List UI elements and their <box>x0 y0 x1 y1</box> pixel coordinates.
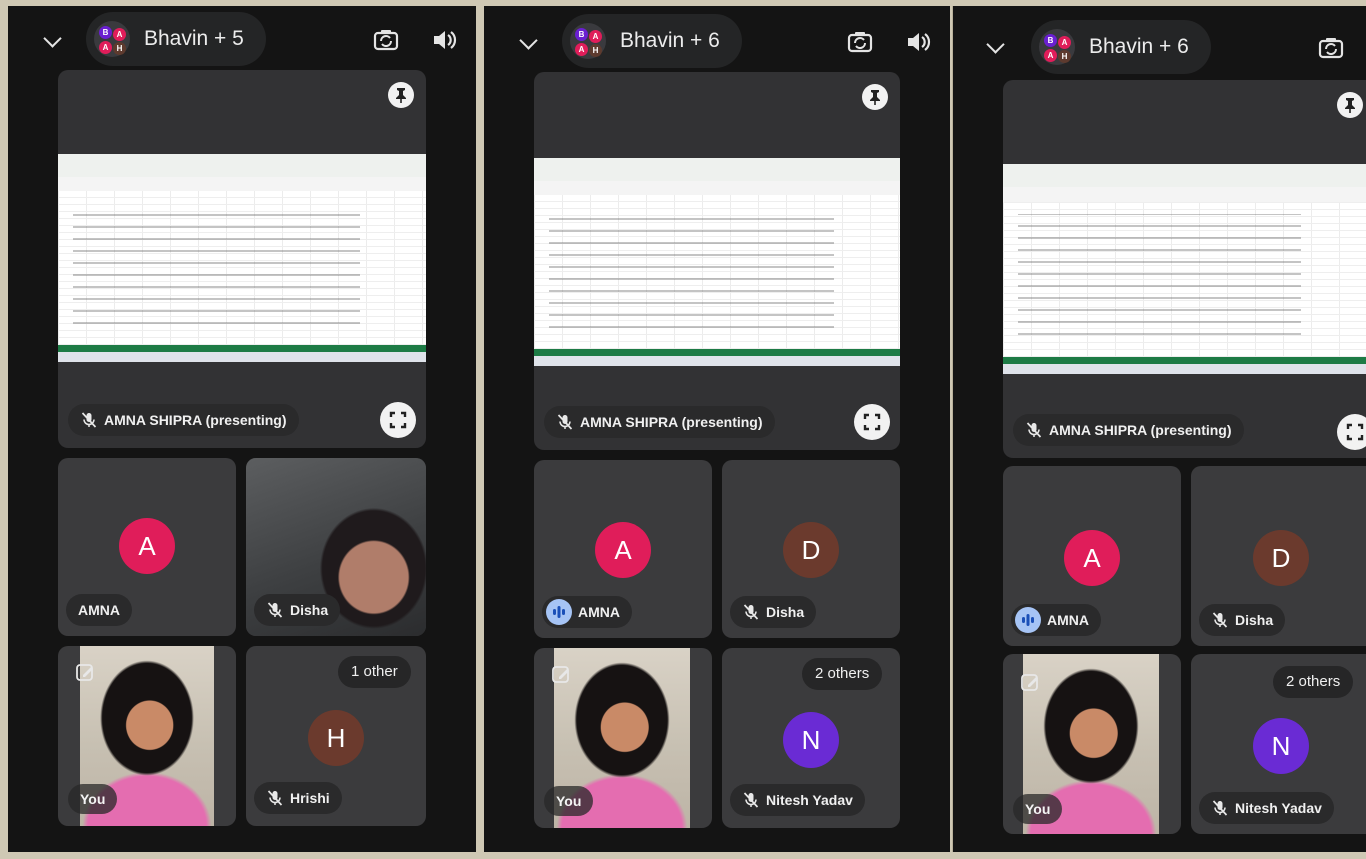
chevron-down-icon[interactable] <box>519 31 538 50</box>
presenter-chip: AMNA SHIPRA (presenting) <box>544 406 775 438</box>
call-screen-3: BAAH Bhavin + 6 AMNA SHIPRA (presenting)… <box>952 6 1366 852</box>
self-view-tile[interactable]: You <box>58 646 236 826</box>
participant-tile-overflow[interactable]: 2 others N Nitesh Yadav <box>722 648 900 828</box>
avatar: A <box>119 518 175 574</box>
self-view-tile[interactable]: You <box>534 648 712 828</box>
effects-icon[interactable] <box>1019 670 1043 694</box>
call-header: BAAH Bhavin + 6 <box>484 6 950 78</box>
shared-screen-spreadsheet <box>534 158 900 366</box>
call-title: Bhavin + 5 <box>144 27 244 50</box>
presenter-name: AMNA SHIPRA (presenting) <box>1049 422 1232 438</box>
self-label: You <box>544 786 594 816</box>
others-count-badge: 2 others <box>802 658 883 690</box>
mic-off-icon <box>743 604 759 620</box>
avatar: D <box>1253 530 1309 586</box>
avatar: H <box>308 710 364 766</box>
participant-tile-disha[interactable]: D Disha <box>1191 466 1366 646</box>
participant-name-chip: Nitesh Yadav <box>730 784 865 816</box>
camera-switch-icon[interactable] <box>1317 34 1345 62</box>
avatar: A <box>595 522 651 578</box>
mic-off-icon <box>743 792 759 808</box>
call-participants-pill[interactable]: BAAH Bhavin + 5 <box>86 12 266 66</box>
mic-off-icon <box>81 412 97 428</box>
presentation-tile[interactable]: AMNA SHIPRA (presenting) <box>534 72 900 450</box>
participant-name-chip: Disha <box>254 594 341 626</box>
fullscreen-icon[interactable] <box>380 402 416 438</box>
participant-name-chip: Disha <box>1199 604 1286 636</box>
others-count-badge: 1 other <box>338 656 411 688</box>
speaker-icon[interactable] <box>430 26 458 54</box>
chevron-down-icon[interactable] <box>986 35 1005 54</box>
speaking-indicator-icon <box>1015 607 1041 634</box>
mic-off-icon <box>1026 422 1042 438</box>
others-count-badge: 2 others <box>1273 666 1354 698</box>
avatar: A <box>1064 530 1120 586</box>
participant-name-chip: Hrishi <box>254 782 342 814</box>
participant-name-chip: Disha <box>730 596 817 628</box>
call-screen-1: BAAH Bhavin + 5 AMNA SHIPRA (presenting)… <box>8 6 476 852</box>
call-header: BAAH Bhavin + 6 <box>953 6 1366 78</box>
mic-off-icon <box>267 790 283 806</box>
mic-off-icon <box>267 602 283 618</box>
participant-name: Disha <box>1235 612 1274 628</box>
participant-name: AMNA <box>1047 612 1089 628</box>
avatar: N <box>1253 718 1309 774</box>
participant-tile-amna[interactable]: A AMNA <box>534 460 712 638</box>
fullscreen-icon[interactable] <box>854 404 890 440</box>
fullscreen-icon[interactable] <box>1337 414 1366 450</box>
chevron-down-icon[interactable] <box>43 29 62 48</box>
call-title: Bhavin + 6 <box>1089 35 1189 58</box>
shared-screen-spreadsheet <box>58 154 426 362</box>
speaking-indicator-icon <box>546 599 572 626</box>
effects-icon[interactable] <box>550 662 574 686</box>
call-screen-2: BAAH Bhavin + 6 AMNA SHIPRA (presenting)… <box>484 6 950 852</box>
camera-switch-icon[interactable] <box>372 26 400 54</box>
camera-switch-icon[interactable] <box>846 28 874 56</box>
call-participants-pill[interactable]: BAAH Bhavin + 6 <box>562 14 742 68</box>
mic-off-icon <box>557 414 573 430</box>
pin-icon[interactable] <box>1337 92 1363 118</box>
speaker-icon[interactable] <box>904 28 932 56</box>
call-header: BAAH Bhavin + 5 <box>8 6 476 78</box>
participant-avatar-stack: BAAH <box>94 21 130 57</box>
participant-name: Hrishi <box>290 790 330 806</box>
participant-tile-overflow[interactable]: 1 other H Hrishi <box>246 646 426 826</box>
participant-avatar-stack: BAAH <box>1039 29 1075 65</box>
participant-name: Nitesh Yadav <box>766 792 853 808</box>
participant-tile-overflow[interactable]: 2 others N Nitesh Yadav <box>1191 654 1366 834</box>
self-view-tile[interactable]: You <box>1003 654 1181 834</box>
participant-name-chip: Nitesh Yadav <box>1199 792 1334 824</box>
participant-name: Disha <box>766 604 805 620</box>
mic-off-icon <box>1212 612 1228 628</box>
participant-avatar-stack: BAAH <box>570 23 606 59</box>
self-label: You <box>68 784 118 814</box>
call-title: Bhavin + 6 <box>620 29 720 52</box>
participant-name-chip: AMNA <box>542 596 632 628</box>
participant-tile-disha[interactable]: D Disha <box>722 460 900 638</box>
participant-name-chip: AMNA <box>66 594 132 626</box>
call-participants-pill[interactable]: BAAH Bhavin + 6 <box>1031 20 1211 74</box>
participant-tile-disha[interactable]: Disha <box>246 458 426 636</box>
pin-icon[interactable] <box>862 84 888 110</box>
self-label: You <box>1013 794 1063 824</box>
avatar: N <box>783 712 839 768</box>
presenter-name: AMNA SHIPRA (presenting) <box>580 414 763 430</box>
participant-name: AMNA <box>578 604 620 620</box>
participant-name: Nitesh Yadav <box>1235 800 1322 816</box>
presenter-chip: AMNA SHIPRA (presenting) <box>68 404 299 436</box>
presenter-chip: AMNA SHIPRA (presenting) <box>1013 414 1244 446</box>
participant-name: Disha <box>290 602 329 618</box>
presentation-tile[interactable]: AMNA SHIPRA (presenting) <box>58 70 426 448</box>
avatar: D <box>783 522 839 578</box>
participant-name: AMNA <box>78 602 120 618</box>
participant-name-chip: AMNA <box>1011 604 1101 636</box>
presentation-tile[interactable]: AMNA SHIPRA (presenting) <box>1003 80 1366 458</box>
participant-tile-amna[interactable]: A AMNA <box>58 458 236 636</box>
participant-tile-amna[interactable]: A AMNA <box>1003 466 1181 646</box>
presenter-name: AMNA SHIPRA (presenting) <box>104 412 287 428</box>
pin-icon[interactable] <box>388 82 414 108</box>
shared-screen-spreadsheet <box>1003 164 1366 374</box>
effects-icon[interactable] <box>74 660 98 684</box>
mic-off-icon <box>1212 800 1228 816</box>
